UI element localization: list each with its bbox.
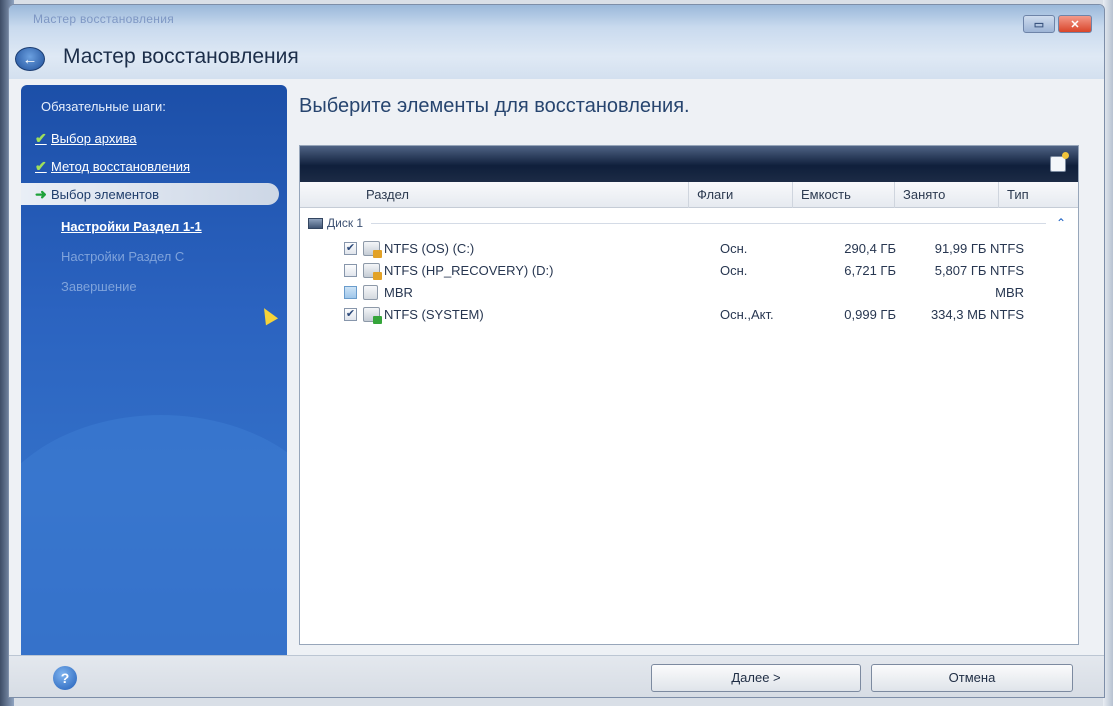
column-header-partition[interactable]: Раздел [358, 182, 688, 208]
disk-label: Диск 1 [327, 216, 364, 230]
column-headers: Раздел Флаги Емкость Занято Тип [300, 182, 1078, 208]
partition-icon [363, 263, 382, 280]
partition-badge-icon [373, 250, 382, 258]
step-partition-settings-1-1[interactable]: Настройки Раздел 1-1 [21, 215, 287, 237]
column-settings-icon[interactable] [1050, 152, 1069, 172]
cancel-button[interactable]: Отмена [871, 664, 1073, 692]
partition-checkbox[interactable]: ✔ [344, 242, 357, 255]
partition-name: MBR [384, 285, 413, 300]
partition-icon [363, 241, 382, 258]
partition-list-panel: Раздел Флаги Емкость Занято Тип Диск 1 ⌃… [299, 145, 1079, 645]
partition-capacity: 0,999 ГБ [844, 307, 896, 322]
step-label: Метод восстановления [51, 158, 191, 174]
partition-flags: Осн. [720, 263, 748, 278]
step-label: Выбор элементов [51, 186, 159, 202]
step-recovery-method[interactable]: ✔ Метод восстановления [21, 155, 287, 177]
partition-row-c[interactable]: ✔ NTFS (OS) (C:) Осн. 290,4 ГБ 91,99 ГБ … [300, 238, 1078, 260]
step-label: Настройки Раздел С [61, 248, 185, 264]
partition-checkbox[interactable] [344, 264, 357, 277]
partition-capacity: 6,721 ГБ [844, 263, 896, 278]
partition-used-type: 334,3 МБ NTFS [930, 307, 1024, 322]
window-controls: ▭ ✕ [1023, 15, 1092, 33]
step-partition-settings-c: Настройки Раздел С [21, 245, 287, 267]
restore-button[interactable]: ▭ [1023, 15, 1055, 33]
partition-capacity: 290,4 ГБ [844, 241, 896, 256]
mbr-checkbox[interactable] [344, 286, 357, 299]
list-toolbar [300, 146, 1078, 182]
step-label: Настройки Раздел 1-1 [61, 218, 202, 234]
step-label: Выбор архива [51, 130, 137, 146]
active-partition-badge-icon [373, 316, 382, 324]
mbr-icon [363, 285, 378, 300]
close-button[interactable]: ✕ [1058, 15, 1092, 33]
partition-row-d[interactable]: NTFS (HP_RECOVERY) (D:) Осн. 6,721 ГБ 5,… [300, 260, 1078, 282]
column-header-type[interactable]: Тип [998, 182, 1078, 208]
next-button[interactable]: Далее > [651, 664, 861, 692]
column-header-flags[interactable]: Флаги [688, 182, 784, 208]
partition-name: NTFS (SYSTEM) [384, 307, 484, 322]
disk-group-row[interactable]: Диск 1 ⌃ [308, 214, 1068, 232]
current-step-arrow-icon: ➜ [35, 185, 47, 202]
recovery-wizard-window: Мастер восстановления ▭ ✕ ← Мастер восст… [8, 4, 1105, 698]
page-heading: Выберите элементы для восстановления. [299, 95, 690, 117]
partition-row-mbr[interactable]: MBR MBR [300, 282, 1078, 304]
partition-name: NTFS (OS) (C:) [384, 241, 475, 256]
partition-flags: Осн.,Акт. [720, 307, 774, 322]
hard-disk-icon [308, 217, 323, 229]
partition-row-system[interactable]: ✔ NTFS (SYSTEM) Осн.,Акт. 0,999 ГБ 334,3… [300, 304, 1078, 326]
partition-used-type: 91,99 ГБ NTFS [934, 241, 1024, 256]
help-icon[interactable]: ? [53, 666, 77, 690]
partition-name: NTFS (HP_RECOVERY) (D:) [384, 263, 554, 278]
partition-icon [363, 307, 382, 324]
back-arrow-icon[interactable]: ← [15, 47, 45, 71]
partition-flags: Осн. [720, 241, 748, 256]
wizard-title: Мастер восстановления [63, 45, 299, 68]
titlebar: Мастер восстановления ▭ ✕ ← Мастер восст… [9, 5, 1104, 79]
partition-badge-icon [373, 272, 382, 280]
partition-used-type: 5,807 ГБ NTFS [934, 263, 1024, 278]
collapse-icon[interactable]: ⌃ [1056, 216, 1066, 230]
check-icon: ✔ [35, 129, 47, 146]
wizard-footer: ? Далее > Отмена [9, 655, 1104, 697]
column-header-used[interactable]: Занято [894, 182, 998, 208]
divider [371, 222, 1046, 224]
required-steps-header: Обязательные шаги: [41, 99, 166, 114]
mouse-cursor-icon [257, 304, 279, 326]
partition-used-type: MBR [995, 285, 1024, 300]
sidebar-decoration [21, 415, 287, 655]
step-archive-selection[interactable]: ✔ Выбор архива [21, 127, 287, 149]
steps-sidebar: Обязательные шаги: ✔ Выбор архива ✔ Мето… [21, 85, 287, 655]
partition-checkbox[interactable]: ✔ [344, 308, 357, 321]
step-finish: Завершение [21, 275, 287, 297]
check-icon: ✔ [35, 157, 47, 174]
window-caption: Мастер восстановления [33, 12, 175, 26]
step-item-selection[interactable]: ➜ Выбор элементов [21, 183, 279, 205]
step-label: Завершение [61, 278, 137, 294]
column-header-capacity[interactable]: Емкость [792, 182, 894, 208]
